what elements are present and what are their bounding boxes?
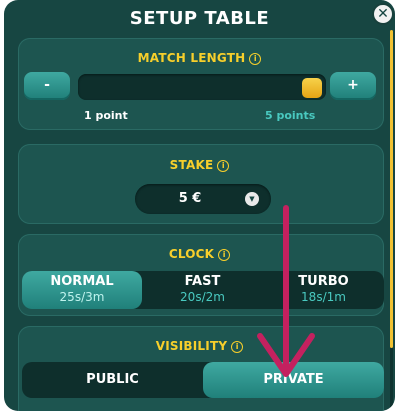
screen: SETUP TABLE MATCH LENGTH i - + 1 point 5 … <box>0 0 400 411</box>
annotation-arrow-icon <box>257 205 315 377</box>
